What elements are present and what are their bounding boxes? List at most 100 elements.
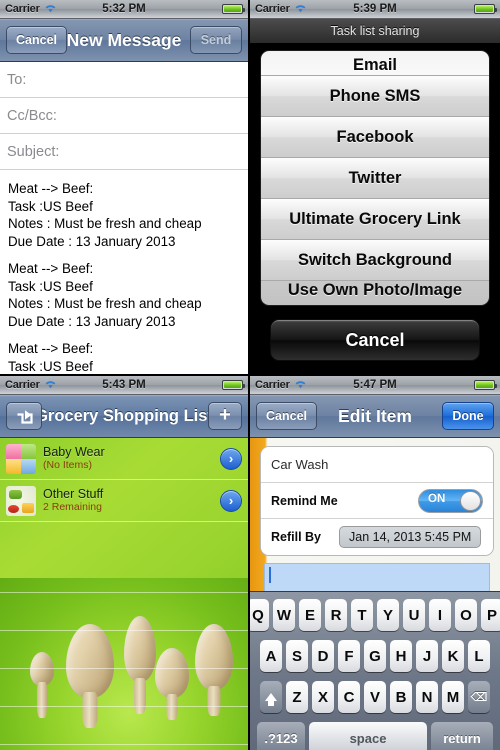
edit-form: Car Wash Remind Me ON Refill By Jan 14, … — [250, 438, 500, 591]
body-line: Task :US Beef — [8, 358, 93, 374]
list-item-subtitle: 2 Remaining — [43, 501, 102, 513]
sheet-option-twitter[interactable]: Twitter — [261, 158, 489, 199]
keyboard-row-4: .?123 space return — [252, 722, 498, 750]
key-e[interactable]: E — [299, 599, 321, 631]
key-q[interactable]: Q — [250, 599, 269, 631]
body-line: Due Date : 13 January 2013 — [8, 313, 176, 329]
key-k[interactable]: K — [442, 640, 464, 672]
list-item[interactable]: Other Stuff 2 Remaining › — [0, 480, 248, 522]
key-o[interactable]: O — [455, 599, 477, 631]
key-s[interactable]: S — [286, 640, 308, 672]
list-item-text: Other Stuff 2 Remaining — [43, 487, 220, 514]
key-m[interactable]: M — [442, 681, 464, 713]
key-n[interactable]: N — [416, 681, 438, 713]
key-d[interactable]: D — [312, 640, 334, 672]
clock-label: 5:43 PM — [102, 379, 146, 391]
cc-bcc-field[interactable]: Cc/Bcc: — [0, 98, 248, 134]
shift-key-icon[interactable] — [260, 681, 282, 713]
sheet-option-ultimate-grocery-link[interactable]: Ultimate Grocery Link — [261, 199, 489, 240]
action-sheet-title: Task list sharing — [250, 19, 500, 43]
keyboard-row-2: A S D F G H J K L — [252, 640, 498, 672]
battery-icon — [222, 380, 245, 390]
cancel-button[interactable]: Cancel — [256, 402, 317, 430]
list-item-text: Baby Wear (No Items) — [43, 445, 220, 472]
list-item[interactable]: Baby Wear (No Items) › — [0, 438, 248, 480]
body-line: Task :US Beef — [8, 198, 93, 214]
key-v[interactable]: V — [364, 681, 386, 713]
remind-me-label: Remind Me — [271, 493, 338, 508]
cc-bcc-label: Cc/Bcc: — [7, 107, 57, 124]
to-label: To: — [7, 71, 27, 88]
key-f[interactable]: F — [338, 640, 360, 672]
mail-navbar: Cancel New Message Send — [0, 19, 248, 62]
sheet-option-switch-background[interactable]: Switch Background — [261, 240, 489, 281]
body-line: Meat --> Beef: — [8, 261, 94, 276]
chevron-right-icon[interactable]: › — [220, 489, 242, 512]
chevron-right-icon[interactable]: › — [220, 447, 242, 470]
to-field[interactable]: To: — [0, 62, 248, 98]
additional-notes-input[interactable] — [264, 563, 490, 591]
edit-navbar: Cancel Edit Item Done — [250, 395, 500, 438]
done-button[interactable]: Done — [442, 402, 494, 430]
keyboard-row-1: Q W E R T Y U I O P — [250, 599, 500, 631]
sheet-option-phone-sms[interactable]: Phone SMS — [261, 76, 489, 117]
battery-icon — [474, 4, 497, 14]
key-i[interactable]: I — [429, 599, 451, 631]
body-line: Meat --> Beef: — [8, 341, 94, 356]
battery-icon — [474, 380, 497, 390]
delete-key-icon[interactable]: ⌫ — [468, 681, 490, 713]
key-y[interactable]: Y — [377, 599, 399, 631]
key-p[interactable]: P — [481, 599, 500, 631]
share-icon[interactable] — [6, 402, 42, 430]
key-c[interactable]: C — [338, 681, 360, 713]
subject-label: Subject: — [7, 143, 60, 160]
key-u[interactable]: U — [403, 599, 425, 631]
grocery-list: Baby Wear (No Items) › Other Stuff 2 Rem… — [0, 438, 248, 750]
list-item-title: Baby Wear — [43, 445, 105, 459]
item-name-field[interactable]: Car Wash — [261, 447, 493, 483]
send-button[interactable]: Send — [190, 26, 242, 54]
toggle-state-label: ON — [428, 492, 446, 505]
add-list-button[interactable]: + — [208, 402, 242, 430]
basket-icon — [6, 485, 36, 516]
sheet-option-email[interactable]: Email — [261, 51, 489, 76]
return-key[interactable]: return — [431, 722, 493, 750]
screenshot-grid: Carrier 5:32 PM Cancel New Message Send … — [0, 0, 500, 750]
key-l[interactable]: L — [468, 640, 490, 672]
status-bar-edit: Carrier 5:47 PM — [250, 376, 500, 395]
body-line: Notes : Must be fresh and cheap — [8, 296, 202, 311]
panel-task-list-sharing: Carrier 5:39 PM Task list sharing Email … — [250, 0, 500, 374]
mail-body[interactable]: Meat --> Beef: Task :US Beef Notes : Mus… — [0, 170, 248, 374]
key-x[interactable]: X — [312, 681, 334, 713]
subject-field[interactable]: Subject: — [0, 134, 248, 170]
sheet-option-use-own-photo[interactable]: Use Own Photo/Image — [261, 281, 489, 305]
key-a[interactable]: A — [260, 640, 282, 672]
mushroom — [62, 624, 118, 728]
space-key[interactable]: space — [309, 722, 427, 750]
battery-icon — [222, 4, 245, 14]
panel-grocery-shopping-list: Carrier 5:43 PM Grocery Shopping List + — [0, 376, 248, 750]
key-g[interactable]: G — [364, 640, 386, 672]
body-line: Due Date : 13 January 2013 — [8, 233, 176, 249]
key-w[interactable]: W — [273, 599, 295, 631]
key-j[interactable]: J — [416, 640, 438, 672]
list-item-subtitle: (No Items) — [43, 459, 93, 471]
remind-me-toggle[interactable]: ON — [418, 488, 483, 513]
numbers-key[interactable]: .?123 — [257, 722, 305, 750]
mushroom — [152, 648, 192, 720]
mushroom-background-image — [0, 578, 248, 750]
sheet-cancel-button[interactable]: Cancel — [270, 319, 480, 361]
sheet-option-facebook[interactable]: Facebook — [261, 117, 489, 158]
key-z[interactable]: Z — [286, 681, 308, 713]
key-r[interactable]: R — [325, 599, 347, 631]
cancel-button[interactable]: Cancel — [6, 26, 67, 54]
refill-date-value[interactable]: Jan 14, 2013 5:45 PM — [339, 526, 482, 548]
list-item-title: Other Stuff — [43, 487, 104, 501]
key-b[interactable]: B — [390, 681, 412, 713]
key-t[interactable]: T — [351, 599, 373, 631]
edit-group: Car Wash Remind Me ON Refill By Jan 14, … — [260, 446, 494, 556]
body-line: Task :US Beef — [8, 278, 93, 294]
key-h[interactable]: H — [390, 640, 412, 672]
status-bar-grocery: Carrier 5:43 PM — [0, 376, 248, 395]
